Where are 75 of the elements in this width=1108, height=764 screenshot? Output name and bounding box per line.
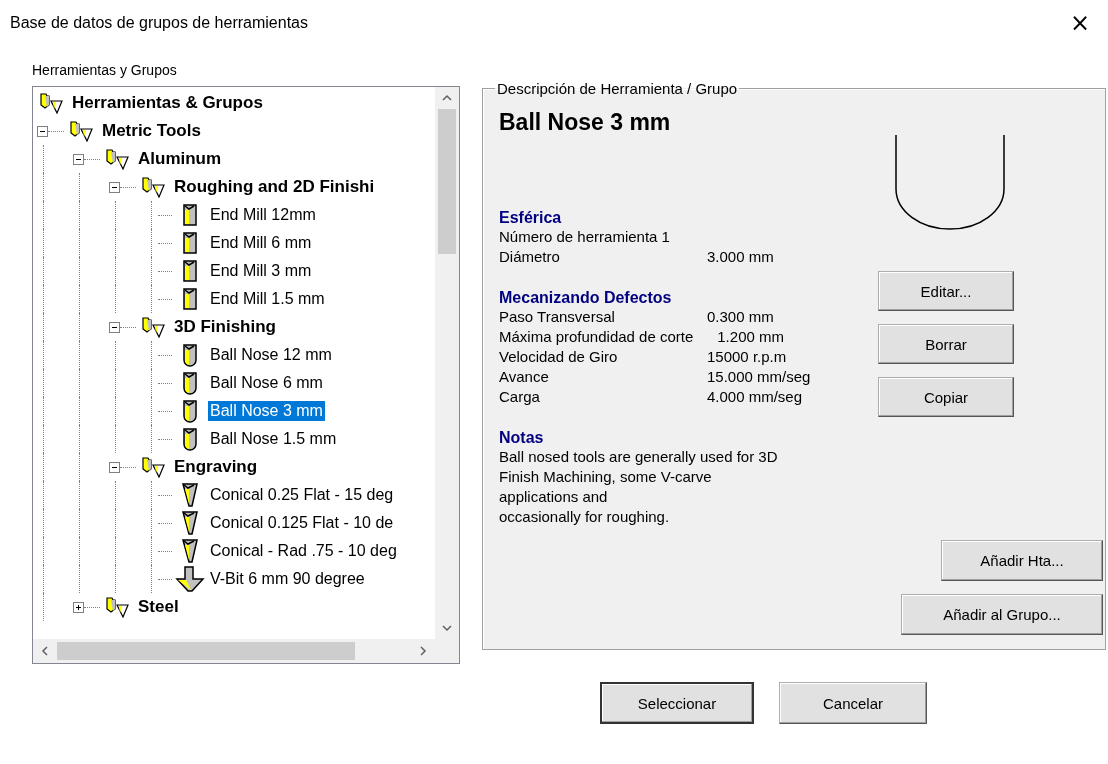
property-label: Diámetro <box>499 247 561 267</box>
property-value: 0.300 mm <box>707 307 774 327</box>
scrollbar-thumb[interactable] <box>57 642 355 660</box>
section-heading: Esférica <box>499 209 563 227</box>
property-value: 1.200 mm <box>717 327 784 347</box>
tool-group-icon <box>39 92 65 114</box>
property-label: Paso Transversal <box>499 307 616 327</box>
tree-item[interactable]: V-Bit 6 mm 90 degree <box>208 569 367 589</box>
select-button[interactable]: Seleccionar <box>600 682 754 724</box>
section-heading: Mecanizando Defectos <box>499 289 673 307</box>
edit-button[interactable]: Editar... <box>878 271 1014 311</box>
v-bit-icon <box>175 566 205 592</box>
tree-item[interactable]: Aluminum <box>136 148 224 170</box>
tree-item[interactable]: Roughing and 2D Finishi <box>172 176 377 198</box>
tree-item[interactable]: Conical 0.25 Flat - 15 deg <box>208 485 396 505</box>
end-mill-icon <box>182 231 198 255</box>
tool-group-icon <box>105 596 131 618</box>
conical-bit-icon <box>181 538 199 564</box>
ball-nose-icon <box>182 343 198 367</box>
tree-item[interactable]: End Mill 3 mm <box>208 261 314 281</box>
property-label: Carga <box>499 387 541 407</box>
property-label: Máxima profundidad de corte <box>499 327 694 347</box>
property-value: 15000 r.p.m <box>707 347 787 367</box>
property-value: 4.000 mm/seg <box>707 387 803 407</box>
property-label: Avance <box>499 367 550 387</box>
tree-item[interactable]: End Mill 12mm <box>208 205 318 225</box>
tree-item[interactable]: 3D Finishing <box>172 316 278 338</box>
tree-item[interactable]: Ball Nose 3 mm <box>208 401 325 421</box>
tree-item[interactable]: Ball Nose 6 mm <box>208 373 325 393</box>
property-label: Número de herramienta 1 <box>499 227 671 247</box>
close-button[interactable]: × <box>1063 9 1096 37</box>
group-box-title: Descripción de Herramienta / Grupo <box>496 80 739 97</box>
collapse-icon[interactable] <box>109 321 120 333</box>
section-heading: Notas <box>499 429 545 447</box>
ball-nose-icon <box>182 427 198 451</box>
tree-item[interactable]: Herramientas & Grupos <box>70 92 265 114</box>
tool-group-icon <box>69 120 95 142</box>
tree-item[interactable]: End Mill 1.5 mm <box>208 289 327 309</box>
tool-group-icon <box>141 316 167 338</box>
expand-icon[interactable] <box>73 601 84 613</box>
property-value: 3.000 mm <box>707 247 774 267</box>
cancel-button[interactable]: Cancelar <box>779 682 927 724</box>
ball-nose-icon <box>182 371 198 395</box>
tree-item[interactable]: Conical - Rad .75 - 10 deg <box>208 541 399 561</box>
tree-item[interactable]: Conical 0.125 Flat - 10 de <box>208 513 396 533</box>
scrollbar-thumb[interactable] <box>438 109 456 254</box>
window-title: Base de datos de grupos de herramientas <box>10 14 308 32</box>
tool-name: Ball Nose 3 mm <box>499 109 672 137</box>
end-mill-icon <box>182 259 198 283</box>
property-value: 15.000 mm/seg <box>707 367 811 387</box>
tree-item[interactable]: Engraving <box>172 456 260 478</box>
collapse-icon[interactable] <box>73 153 84 165</box>
collapse-icon[interactable] <box>37 125 48 137</box>
end-mill-icon <box>182 203 198 227</box>
ball-nose-icon <box>182 399 198 423</box>
tree-item[interactable]: Ball Nose 12 mm <box>208 345 334 365</box>
tree-item[interactable]: Ball Nose 1.5 mm <box>208 429 339 449</box>
add-tool-button[interactable]: Añadir Hta... <box>941 540 1103 581</box>
conical-bit-icon <box>181 482 199 508</box>
delete-button[interactable]: Borrar <box>878 324 1014 364</box>
tool-group-icon <box>141 176 167 198</box>
collapse-icon[interactable] <box>109 461 120 473</box>
tool-group-icon <box>105 148 131 170</box>
tree-label: Herramientas y Grupos <box>32 62 178 78</box>
notes-text: Ball nosed tools are generally used for 3D Finish Machining, some V-carve applications and occasionally for roughing. <box>499 447 779 527</box>
tree-item[interactable]: End Mill 6 mm <box>208 233 314 253</box>
collapse-icon[interactable] <box>109 181 120 193</box>
tool-group-icon <box>141 456 167 478</box>
end-mill-icon <box>182 287 198 311</box>
copy-button[interactable]: Copiar <box>878 377 1014 417</box>
property-label: Velocidad de Giro <box>499 347 619 367</box>
tree-item[interactable]: Steel <box>136 596 181 618</box>
conical-bit-icon <box>181 510 199 536</box>
tree-item[interactable]: Metric Tools <box>100 120 203 142</box>
add-to-group-button[interactable]: Añadir al Grupo... <box>901 594 1103 635</box>
